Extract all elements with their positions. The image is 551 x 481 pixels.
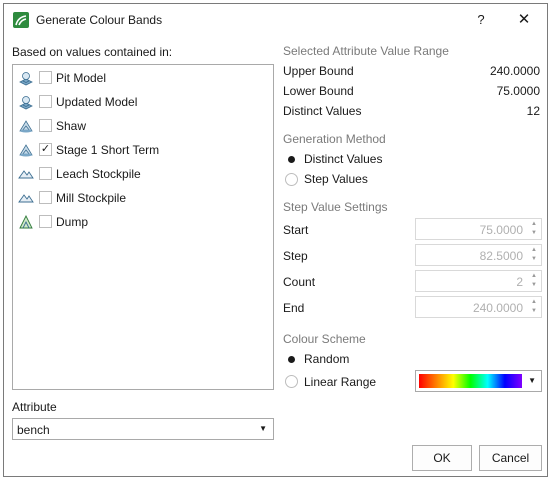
radio-linear-range[interactable]	[285, 375, 298, 388]
upper-bound-value: 240.0000	[489, 64, 540, 78]
step-settings-title: Step Value Settings	[283, 200, 388, 214]
attribute-value: bench	[17, 423, 50, 437]
cancel-button[interactable]: Cancel	[479, 445, 542, 471]
ok-button[interactable]: OK	[412, 445, 472, 471]
spin-arrows-icon[interactable]: ▲ ▼	[528, 272, 540, 290]
list-item[interactable]: Updated Model	[13, 91, 273, 113]
distinct-values-option-label[interactable]: Distinct Values	[304, 152, 382, 166]
checkbox[interactable]	[39, 191, 52, 204]
app-logo-icon	[13, 12, 29, 28]
lower-bound-value: 75.0000	[496, 84, 540, 98]
chevron-down-icon: ▼	[259, 424, 267, 433]
colour-scheme-title: Colour Scheme	[283, 332, 366, 346]
chevron-down-icon: ▼	[528, 376, 536, 385]
checkbox[interactable]	[39, 215, 52, 228]
count-stepper[interactable]: 2 ▲ ▼	[415, 270, 542, 292]
spin-arrows-icon[interactable]: ▲ ▼	[528, 220, 540, 238]
start-value: 75.0000	[479, 223, 523, 237]
title-bar: Generate Colour Bands ? ✕	[4, 4, 547, 36]
surface-green-icon	[18, 214, 34, 230]
block-model-icon	[18, 94, 34, 110]
distinct-values-value: 12	[526, 104, 540, 118]
spin-arrows-icon[interactable]: ▲ ▼	[528, 246, 540, 264]
colour-ramp-select[interactable]: ▼	[415, 370, 542, 392]
generation-method-title: Generation Method	[283, 132, 386, 146]
attribute-label: Attribute	[12, 400, 57, 414]
step-label: Step	[283, 249, 308, 263]
block-model-icon	[18, 118, 34, 134]
list-item[interactable]: Pit Model	[13, 67, 273, 89]
layer-label: Pit Model	[56, 71, 107, 85]
step-value: 82.5000	[479, 249, 523, 263]
block-model-icon	[18, 70, 34, 86]
based-on-label: Based on values contained in:	[12, 45, 173, 59]
list-item[interactable]: Mill Stockpile	[13, 187, 273, 209]
random-option-label[interactable]: Random	[304, 352, 349, 366]
checkbox[interactable]	[39, 95, 52, 108]
end-stepper[interactable]: 240.0000 ▲ ▼	[415, 296, 542, 318]
close-button[interactable]: ✕	[509, 8, 539, 32]
upper-bound-label: Upper Bound	[283, 64, 354, 78]
source-layer-list[interactable]: Pit Model Updated Model Shaw ✓ Stage 1 S…	[12, 64, 274, 390]
surface-icon	[18, 190, 34, 206]
block-model-icon	[18, 142, 34, 158]
start-label: Start	[283, 223, 309, 237]
step-stepper[interactable]: 82.5000 ▲ ▼	[415, 244, 542, 266]
radio-step-values[interactable]	[285, 173, 298, 186]
attribute-select[interactable]: bench ▼	[12, 418, 274, 440]
layer-label: Mill Stockpile	[56, 191, 127, 205]
layer-label: Shaw	[56, 119, 87, 133]
layer-label: Stage 1 Short Term	[56, 143, 160, 157]
checkbox[interactable]	[39, 71, 52, 84]
end-value: 240.0000	[472, 301, 523, 315]
radio-random[interactable]	[285, 353, 298, 366]
distinct-values-label: Distinct Values	[283, 104, 362, 118]
layer-label: Dump	[56, 215, 89, 229]
colour-ramp-gradient	[419, 374, 522, 388]
spin-arrows-icon[interactable]: ▲ ▼	[528, 298, 540, 316]
layer-label: Updated Model	[56, 95, 138, 109]
end-label: End	[283, 301, 305, 315]
linear-range-option-label[interactable]: Linear Range	[304, 375, 376, 389]
window-title: Generate Colour Bands	[36, 13, 163, 27]
layer-label: Leach Stockpile	[56, 167, 141, 181]
count-value: 2	[516, 275, 523, 289]
surface-icon	[18, 166, 34, 182]
checkbox[interactable]	[39, 119, 52, 132]
list-item[interactable]: Leach Stockpile	[13, 163, 273, 185]
checkbox[interactable]	[39, 167, 52, 180]
lower-bound-label: Lower Bound	[283, 84, 354, 98]
list-item[interactable]: ✓ Stage 1 Short Term	[13, 139, 273, 161]
list-item[interactable]: Shaw	[13, 115, 273, 137]
radio-distinct-values[interactable]	[285, 153, 298, 166]
help-button[interactable]: ?	[466, 8, 496, 32]
step-values-option-label[interactable]: Step Values	[304, 172, 368, 186]
range-section-title: Selected Attribute Value Range	[283, 44, 449, 58]
checkbox-checked[interactable]: ✓	[39, 143, 52, 156]
list-item[interactable]: Dump	[13, 211, 273, 233]
generate-colour-bands-dialog: Generate Colour Bands ? ✕ Based on value…	[3, 3, 548, 477]
start-stepper[interactable]: 75.0000 ▲ ▼	[415, 218, 542, 240]
count-label: Count	[283, 275, 316, 289]
